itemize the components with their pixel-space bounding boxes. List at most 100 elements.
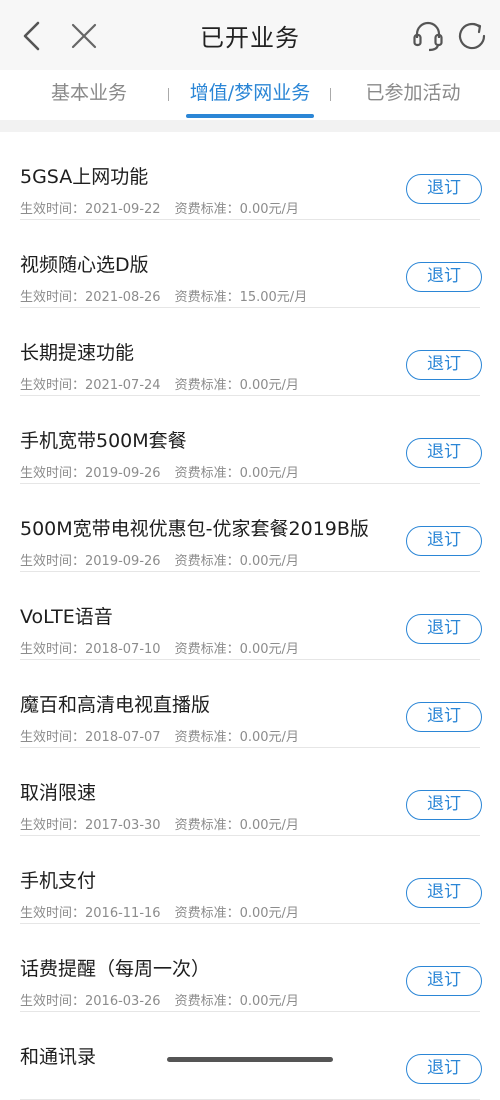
service-meta: 生效时间：2016-03-26 资费标准：0.00元/月	[20, 990, 313, 1009]
fee-standard: 资费标准：0.00元/月	[175, 818, 299, 833]
fee-standard: 资费标准：0.00元/月	[175, 202, 299, 217]
tab-divider	[330, 88, 331, 101]
service-meta: 生效时间：2019-09-26 资费标准：0.00元/月	[20, 550, 313, 569]
service-meta: 生效时间：2018-07-07 资费标准：0.00元/月	[20, 726, 313, 745]
unsubscribe-button[interactable]: 退订	[406, 878, 482, 908]
fee-value: 0.00元/月	[239, 202, 299, 217]
fee-value: 0.00元/月	[239, 378, 299, 393]
fee-standard: 资费标准：0.00元/月	[175, 642, 299, 657]
service-name: VoLTE语音	[20, 606, 113, 628]
effective-date: 生效时间：2019-09-26	[20, 554, 161, 569]
fee-value: 15.00元/月	[239, 290, 308, 305]
effective-date: 生效时间：2018-07-10	[20, 642, 161, 657]
fee-value: 0.00元/月	[239, 906, 299, 921]
date-value: 2019-09-26	[85, 466, 161, 481]
fee-label: 资费标准：	[174, 818, 240, 833]
unsubscribe-button[interactable]: 退订	[406, 966, 482, 996]
list-item: 长期提速功能生效时间：2021-07-24 资费标准：0.00元/月 退订	[20, 308, 482, 396]
service-meta: 生效时间：2018-07-10 资费标准：0.00元/月	[20, 638, 313, 657]
date-value: 2017-03-30	[85, 818, 161, 833]
service-name: 话费提醒（每周一次）	[20, 958, 211, 980]
list-item: 话费提醒（每周一次） 生效时间：2016-03-26 资费标准：0.00元/月 退订	[20, 924, 482, 1012]
service-meta: 生效时间：2021-09-22 资费标准：0.00元/月	[20, 198, 313, 217]
customer-service-button[interactable]	[410, 18, 446, 54]
date-label: 生效时间：	[20, 466, 86, 481]
date-label: 生效时间：	[20, 554, 86, 569]
tab-joined-activities[interactable]: 已参加活动	[363, 70, 463, 120]
service-name: 长期提速功能	[20, 342, 135, 364]
home-indicator[interactable]	[167, 1057, 333, 1062]
fee-value: 0.00元/月	[239, 554, 299, 569]
date-value: 2018-07-07	[85, 730, 161, 745]
headset-icon	[413, 21, 443, 52]
tab-basic-services[interactable]: 基本业务	[46, 70, 132, 120]
tab-divider	[168, 88, 169, 101]
effective-date: 生效时间：2018-07-07	[20, 730, 161, 745]
fee-label: 资费标准：	[174, 466, 240, 481]
active-tab-indicator	[186, 114, 314, 118]
unsubscribe-button[interactable]: 退订	[406, 1054, 482, 1084]
unsubscribe-button[interactable]: 退订	[406, 438, 482, 468]
header-bar: 已开业务	[0, 0, 500, 71]
list-item: 视频随心选D版 生效时间：2021-08-26 资费标准：15.00元/月 退订	[20, 220, 482, 308]
fee-standard: 资费标准：0.00元/月	[175, 554, 299, 569]
fee-label: 资费标准：	[174, 554, 240, 569]
unsubscribe-button[interactable]: 退订	[406, 614, 482, 644]
fee-value: 0.00元/月	[239, 994, 299, 1009]
section-gap	[0, 120, 500, 132]
date-value: 2018-07-10	[85, 642, 161, 657]
service-name: 手机宽带500M套餐	[20, 430, 187, 452]
effective-date: 生效时间：2021-07-24	[20, 378, 161, 393]
tab-label: 基本业务	[50, 82, 127, 104]
service-meta: 生效时间：2021-08-26 资费标准：15.00元/月	[20, 286, 321, 305]
effective-date: 生效时间：2017-03-30	[20, 818, 161, 833]
list-item: 手机支付生效时间：2016-11-16 资费标准：0.00元/月 退订	[20, 836, 482, 924]
service-meta: 生效时间：2021-07-24 资费标准：0.00元/月	[20, 374, 313, 393]
tab-label: 已参加活动	[365, 82, 461, 104]
service-meta: 生效时间：2017-03-30 资费标准：0.00元/月	[20, 814, 313, 833]
date-label: 生效时间：	[20, 290, 86, 305]
fee-label: 资费标准：	[174, 378, 240, 393]
fee-value: 0.00元/月	[239, 730, 299, 745]
service-meta: 生效时间：2016-11-16 资费标准：0.00元/月	[20, 902, 313, 921]
tab-bar: 基本业务 增值/梦网业务 已参加活动	[0, 70, 500, 120]
effective-date: 生效时间：2019-09-26	[20, 466, 161, 481]
service-list: 5GSA上网功能 生效时间：2021-09-22 资费标准：0.00元/月 退订 视频随…	[0, 132, 500, 1100]
unsubscribe-button[interactable]: 退订	[406, 174, 482, 204]
service-name: 500M宽带电视优惠包-优家套餐2019B版	[20, 518, 369, 540]
date-value: 2021-08-26	[85, 290, 161, 305]
list-item: 取消限速 生效时间：2017-03-30 资费标准：0.00元/月 退订	[20, 748, 482, 836]
date-label: 生效时间：	[20, 642, 86, 657]
fee-standard: 资费标准：0.00元/月	[175, 730, 299, 745]
unsubscribe-button[interactable]: 退订	[406, 790, 482, 820]
effective-date: 生效时间：2016-11-16	[20, 906, 161, 921]
fee-label: 资费标准：	[174, 290, 240, 305]
unsubscribe-button[interactable]: 退订	[406, 702, 482, 732]
date-label: 生效时间：	[20, 378, 86, 393]
unsubscribe-button[interactable]: 退订	[406, 526, 482, 556]
list-item: 5GSA上网功能生效时间：2021-09-22 资费标准：0.00元/月 退订	[20, 132, 482, 220]
service-name: 魔百和高清电视直播版	[20, 694, 211, 716]
effective-date: 生效时间：2021-08-26	[20, 290, 161, 305]
fee-label: 资费标准：	[174, 642, 240, 657]
unsubscribe-button[interactable]: 退订	[406, 262, 482, 292]
list-item: 和通讯录 退订	[20, 1012, 482, 1100]
list-item: 手机宽带500M套餐生效时间：2019-09-26 资费标准：0.00元/月 退订	[20, 396, 482, 484]
date-label: 生效时间：	[20, 730, 86, 745]
fee-value: 0.00元/月	[239, 466, 299, 481]
fee-value: 0.00元/月	[239, 818, 299, 833]
fee-standard: 资费标准：0.00元/月	[175, 994, 299, 1009]
refresh-icon	[458, 22, 486, 50]
refresh-button[interactable]	[454, 18, 490, 54]
date-value: 2016-03-26	[85, 994, 161, 1009]
fee-label: 资费标准：	[174, 994, 240, 1009]
service-name: 手机支付	[20, 870, 97, 892]
fee-standard: 资费标准：15.00元/月	[175, 290, 308, 305]
tab-value-added-services[interactable]: 增值/梦网业务	[186, 70, 314, 120]
service-name: 5GSA上网功能	[20, 166, 149, 188]
unsubscribe-button[interactable]: 退订	[406, 350, 482, 380]
tab-label: 增值/梦网业务	[189, 82, 311, 104]
fee-value: 0.00元/月	[239, 642, 299, 657]
service-meta: 生效时间：2019-09-26 资费标准：0.00元/月	[20, 462, 313, 481]
fee-standard: 资费标准：0.00元/月	[175, 466, 299, 481]
